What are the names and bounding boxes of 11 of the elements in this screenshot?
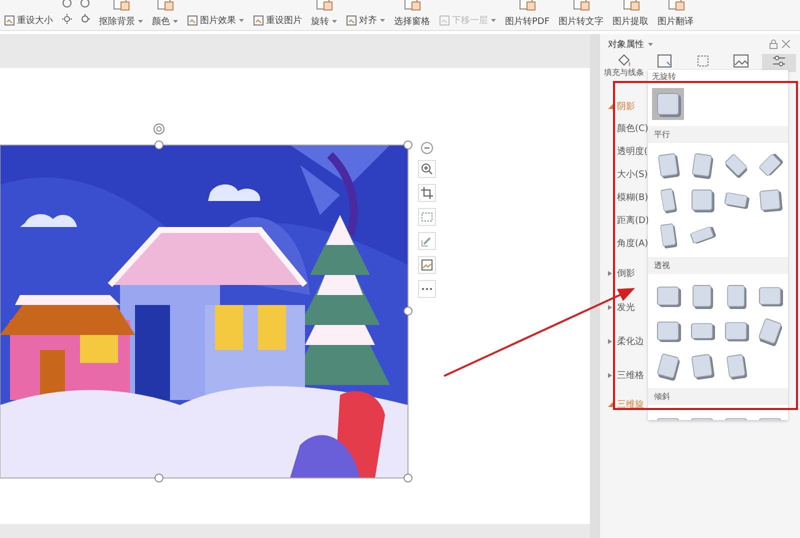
preset-title: 无旋转 (651, 71, 677, 82)
tab-label: 填充与线条 (604, 68, 644, 77)
group-header: 透视 (648, 257, 788, 274)
setting-label: 距离(D) (617, 214, 649, 228)
setting-label: 颜色(C) (617, 122, 648, 136)
setting-label: 透明度( (617, 146, 648, 159)
setting-label: 角度(A) (617, 238, 648, 251)
group-header: 平行 (648, 126, 788, 143)
setting-label: 模糊(B) (617, 192, 648, 205)
setting-label: 大小(S) (617, 168, 648, 182)
group-header: 倾斜 (648, 388, 788, 405)
